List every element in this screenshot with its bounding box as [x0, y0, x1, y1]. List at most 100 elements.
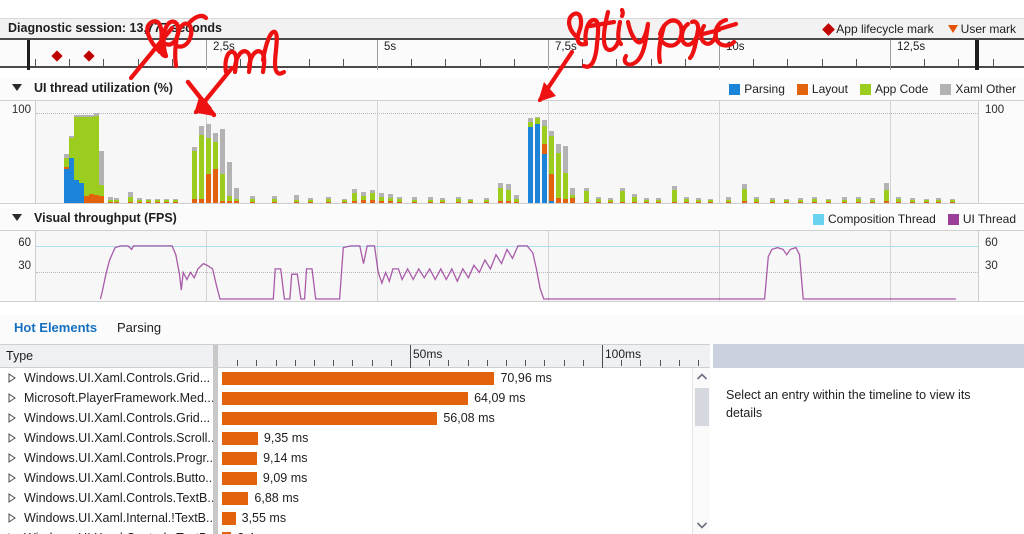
ui-thread-plot[interactable]: 100 100 — [0, 100, 1024, 204]
utilization-bar[interactable] — [856, 196, 861, 203]
expand-triangle-icon[interactable] — [7, 413, 17, 423]
utilization-bar[interactable] — [742, 184, 747, 203]
tab-parsing[interactable]: Parsing — [115, 320, 163, 335]
utilization-bar[interactable] — [608, 197, 613, 203]
lifecycle-marker-2[interactable] — [83, 50, 95, 62]
row-duration-bar[interactable] — [222, 372, 495, 385]
utilization-bar[interactable] — [563, 146, 568, 203]
utilization-bar[interactable] — [342, 198, 347, 203]
utilization-bar[interactable] — [708, 198, 713, 203]
utilization-bar[interactable] — [468, 198, 473, 203]
utilization-bar[interactable] — [326, 196, 331, 203]
expand-triangle-icon[interactable] — [7, 373, 17, 383]
utilization-bar[interactable] — [924, 198, 929, 203]
timeline-ruler[interactable]: 2,5s 5s 7,5s 10s 12,5s — [0, 38, 1024, 70]
utilization-bar[interactable] — [164, 198, 169, 203]
scroll-down-icon[interactable] — [693, 516, 711, 534]
row-duration-bar[interactable] — [222, 512, 236, 525]
utilization-bar[interactable] — [206, 123, 211, 203]
utilization-bar[interactable] — [842, 196, 847, 203]
utilization-bar[interactable] — [514, 194, 519, 203]
utilization-bar[interactable] — [784, 198, 789, 203]
utilization-bar[interactable] — [896, 196, 901, 203]
expand-triangle-icon[interactable] — [7, 453, 17, 463]
utilization-bar[interactable] — [227, 161, 232, 203]
utilization-bar[interactable] — [456, 196, 461, 203]
utilization-bar[interactable] — [294, 194, 299, 203]
expand-triangle-icon[interactable] — [7, 513, 17, 523]
utilization-bar[interactable] — [370, 189, 375, 203]
row-duration-bar[interactable] — [222, 432, 258, 445]
utilization-bar[interactable] — [936, 197, 941, 203]
expand-triangle-icon[interactable] — [7, 433, 17, 443]
utilization-bar[interactable] — [528, 118, 533, 203]
utilization-bar[interactable] — [656, 197, 661, 203]
utilization-bar[interactable] — [910, 197, 915, 203]
utilization-bar[interactable] — [632, 194, 637, 203]
ui-thread-panel-header[interactable]: UI thread utilization (%) Parsing Layout… — [0, 78, 1024, 100]
utilization-bar[interactable] — [596, 196, 601, 203]
utilization-bar[interactable] — [428, 196, 433, 203]
table-row[interactable]: Windows.UI.Xaml.Controls.Grid... 70,96 ms — [0, 368, 690, 388]
table-row[interactable]: Windows.UI.Xaml.Controls.Scroll... 9,35 m… — [0, 428, 690, 448]
utilization-bar[interactable] — [770, 197, 775, 203]
utilization-bar[interactable] — [506, 184, 511, 203]
utilization-bar[interactable] — [220, 129, 225, 203]
utilization-bar[interactable] — [684, 196, 689, 203]
utilization-bar[interactable] — [352, 188, 357, 203]
tab-hot-elements[interactable]: Hot Elements — [12, 320, 99, 337]
table-row[interactable]: Windows.UI.Xaml.Controls.Progr... 9,14 ms — [0, 448, 690, 468]
collapse-icon[interactable] — [12, 214, 22, 221]
row-duration-bar[interactable] — [222, 452, 258, 465]
row-duration-bar[interactable] — [222, 472, 257, 485]
utilization-bar[interactable] — [308, 197, 313, 203]
utilization-bar[interactable] — [412, 196, 417, 203]
row-duration-bar[interactable] — [222, 392, 469, 405]
row-duration-bar[interactable] — [222, 412, 438, 425]
utilization-bar[interactable] — [950, 198, 955, 203]
expand-triangle-icon[interactable] — [7, 493, 17, 503]
utilization-bar[interactable] — [570, 187, 575, 203]
utilization-bar[interactable] — [484, 197, 489, 203]
utilization-bar[interactable] — [361, 192, 366, 203]
utilization-bar[interactable] — [250, 195, 255, 203]
utilization-bar[interactable] — [620, 187, 625, 203]
table-row[interactable]: Windows.UI.Xaml.Controls.Grid... 56,08 ms — [0, 408, 690, 428]
utilization-bar[interactable] — [584, 187, 589, 203]
lifecycle-marker-1[interactable] — [51, 50, 63, 62]
scrollbar-thumb[interactable] — [695, 388, 709, 426]
utilization-bar[interactable] — [549, 131, 554, 203]
utilization-bar[interactable] — [754, 196, 759, 203]
utilization-bar[interactable] — [870, 197, 875, 203]
expand-triangle-icon[interactable] — [7, 473, 17, 483]
fps-plot-area[interactable] — [36, 231, 978, 301]
ui-thread-plot-area[interactable] — [36, 101, 978, 203]
vertical-scrollbar[interactable] — [692, 368, 710, 534]
utilization-bar[interactable] — [192, 147, 197, 203]
table-row[interactable]: Microsoft.PlayerFramework.Med... 64,09 ms — [0, 388, 690, 408]
utilization-bar[interactable] — [826, 198, 831, 203]
table-row[interactable]: Windows.UI.Xaml.Controls.TextB... 6,88 ms — [0, 488, 690, 508]
utilization-bar[interactable] — [108, 196, 113, 203]
utilization-bar[interactable] — [114, 197, 119, 203]
utilization-bar[interactable] — [535, 116, 540, 203]
utilization-bar[interactable] — [173, 198, 178, 203]
utilization-bar[interactable] — [440, 197, 445, 203]
utilization-bar[interactable] — [884, 183, 889, 203]
utilization-bar[interactable] — [644, 197, 649, 203]
utilization-bar[interactable] — [556, 143, 561, 203]
utilization-bar[interactable] — [155, 198, 160, 203]
utilization-bar[interactable] — [379, 193, 384, 203]
fps-panel-header[interactable]: Visual throughput (FPS) Composition Thre… — [0, 208, 1024, 230]
table-row[interactable]: Windows.UI.Xaml.Internal.!TextB... 3,55 m… — [0, 508, 690, 528]
utilization-bar[interactable] — [672, 185, 677, 203]
utilization-bar[interactable] — [397, 196, 402, 203]
utilization-bar[interactable] — [234, 187, 239, 203]
utilization-bar[interactable] — [726, 196, 731, 203]
fps-plot[interactable]: 60 30 60 30 — [0, 230, 1024, 302]
collapse-icon[interactable] — [12, 84, 22, 91]
scroll-up-icon[interactable] — [693, 368, 711, 386]
utilization-bar[interactable] — [798, 197, 803, 203]
expand-triangle-icon[interactable] — [7, 393, 17, 403]
utilization-bar[interactable] — [213, 132, 218, 203]
